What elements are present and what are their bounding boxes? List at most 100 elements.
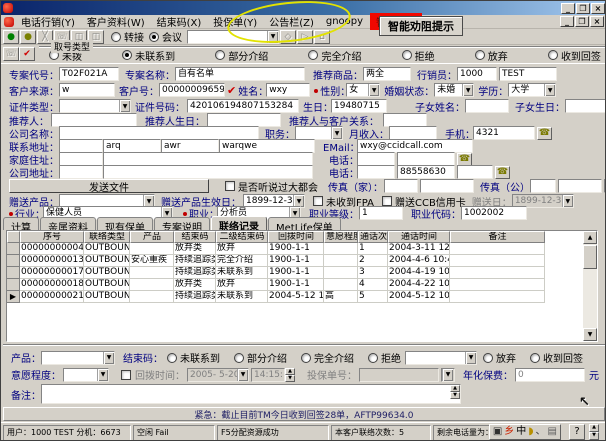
- tab-计算[interactable]: 计算: [3, 217, 39, 230]
- radio-circle[interactable]: [308, 50, 318, 60]
- radio-circle[interactable]: [301, 353, 311, 363]
- row-selector[interactable]: ▶: [7, 291, 20, 303]
- phone-home-field-2[interactable]: [397, 152, 455, 166]
- email-field[interactable]: wxy@ccidcall.com: [357, 139, 473, 153]
- ime-mode-icon[interactable]: 乡: [504, 425, 514, 439]
- contact-address-field-2[interactable]: arq: [103, 139, 161, 153]
- fax-office-field-1[interactable]: [530, 179, 556, 193]
- column-header[interactable]: [7, 231, 20, 243]
- minimize-button[interactable]: _: [561, 3, 575, 14]
- radio-circle[interactable]: [402, 50, 412, 60]
- marital-combo[interactable]: 未婚 ▼: [434, 83, 474, 97]
- smart-dissuade-prompt-button[interactable]: 智能劝阻提示: [379, 16, 463, 36]
- radio-option[interactable]: 放弃: [475, 48, 508, 63]
- table-row[interactable]: ▶00000000021OUTBOUND持续追踪类未联系到2004-5-12 1…: [7, 291, 583, 303]
- willingness-combo[interactable]: ▼: [63, 368, 109, 382]
- table-row[interactable]: 00000000017OUTBOUND持续追踪类未联系到1900-1-13200…: [7, 267, 583, 279]
- radio-circle[interactable]: [530, 353, 540, 363]
- menu-item[interactable]: 客户资料(W): [82, 14, 150, 29]
- column-header[interactable]: 序号: [20, 231, 84, 243]
- child-restore-button[interactable]: ❐: [575, 16, 589, 27]
- row-selector[interactable]: [7, 255, 20, 267]
- id-no-field[interactable]: 420106194807153284: [187, 99, 299, 113]
- phone-office-field-3[interactable]: [457, 165, 493, 179]
- radio-circle[interactable]: [483, 353, 493, 363]
- line-combo[interactable]: ▼: [187, 30, 279, 44]
- radio-option[interactable]: 部分介绍: [234, 350, 287, 365]
- marketer-id-field[interactable]: 1000: [457, 67, 497, 81]
- company-field[interactable]: [59, 126, 259, 140]
- column-header[interactable]: 联络类型: [84, 231, 130, 243]
- remark-textarea[interactable]: ▲▼: [41, 384, 461, 404]
- home-address-field-2[interactable]: [103, 152, 313, 166]
- education-combo[interactable]: 大学 ▼: [508, 83, 556, 97]
- column-header[interactable]: 产品: [130, 231, 174, 243]
- spin-down-icon[interactable]: ▼: [285, 375, 295, 382]
- chevron-down-icon[interactable]: ▼: [267, 31, 278, 43]
- callback-checkbox[interactable]: [121, 370, 131, 380]
- column-header[interactable]: 结束码: [174, 231, 216, 243]
- child-birthday-field[interactable]: [565, 99, 606, 113]
- column-header[interactable]: 通话次数: [358, 231, 388, 243]
- help-button[interactable]: ?: [569, 424, 585, 440]
- radio-option[interactable]: 部分介绍: [215, 48, 268, 63]
- marketer-name-field[interactable]: TEST: [499, 67, 557, 81]
- radio-option[interactable]: 完全介绍: [301, 350, 354, 365]
- conference-radio-circle[interactable]: [149, 32, 159, 42]
- company-address-field-2[interactable]: [103, 165, 313, 179]
- referrer-field[interactable]: [51, 113, 137, 127]
- release-icon[interactable]: ●: [20, 30, 36, 44]
- child-minimize-button[interactable]: _: [560, 16, 574, 27]
- column-header[interactable]: 回拨时间: [268, 231, 324, 243]
- contact-address-field-1[interactable]: [59, 139, 103, 153]
- spin-up-icon[interactable]: ▲: [589, 424, 599, 432]
- ime-chinese-icon[interactable]: 中: [516, 425, 526, 439]
- customer-source-field[interactable]: w: [59, 83, 115, 97]
- table-row[interactable]: 00000000004OUTBOUND放弃类放弃1900-1-112004-3-…: [7, 243, 583, 255]
- radio-option[interactable]: 放弃: [483, 350, 516, 365]
- birthday-field[interactable]: 19480715: [331, 99, 387, 113]
- referrer-relation-field[interactable]: [383, 113, 427, 127]
- send-file-button[interactable]: 发送文件: [9, 179, 209, 193]
- tab-MetLife保单[interactable]: MetLife保单: [268, 217, 341, 230]
- scroll-up-icon[interactable]: ▲: [583, 231, 597, 244]
- radio-option[interactable]: 收到回签: [530, 350, 583, 365]
- contact-address-field-3[interactable]: awr: [161, 139, 219, 153]
- grid-vscroll-track[interactable]: ▲: [583, 231, 597, 328]
- ime-punct-icon[interactable]: 、: [536, 425, 546, 439]
- radio-option[interactable]: 完全介绍: [308, 48, 361, 63]
- menu-item[interactable]: 结束码(X): [152, 14, 207, 29]
- dial-home-icon[interactable]: ☎: [457, 153, 472, 166]
- ime-softkeyboard-icon[interactable]: ▤: [548, 425, 557, 439]
- tab-现有保单[interactable]: 现有保单: [97, 217, 153, 230]
- heard-metlife-checkbox-box[interactable]: [225, 181, 235, 191]
- radio-circle[interactable]: [215, 50, 225, 60]
- income-field[interactable]: [389, 126, 437, 140]
- row-selector[interactable]: [7, 243, 20, 255]
- annual-premium-field[interactable]: 0: [515, 368, 585, 382]
- callback-time-spinner[interactable]: ▲▼: [285, 368, 295, 382]
- radio-circle[interactable]: [167, 353, 177, 363]
- ime-toolbar[interactable]: ▣乡中◗、▤: [489, 424, 561, 440]
- ime-halfwidth-icon[interactable]: ◗: [528, 425, 533, 439]
- phone-office-field-1[interactable]: [357, 165, 395, 179]
- radio-circle[interactable]: [475, 50, 485, 60]
- chevron-down-icon[interactable]: ▼: [544, 84, 555, 96]
- radio-option[interactable]: 拒绝: [402, 48, 435, 63]
- table-row[interactable]: 00000000018OUTBOUND放弃类放弃1900-1-142004-4-…: [7, 279, 583, 291]
- dial-mobile-icon[interactable]: ☎: [537, 127, 552, 140]
- child-close-button[interactable]: ×: [590, 16, 604, 27]
- project-code-field[interactable]: T02F021A: [59, 67, 119, 81]
- fax-home-field-2[interactable]: [420, 179, 474, 193]
- fax-office-field-2[interactable]: [558, 179, 602, 193]
- radio-option[interactable]: 未联系到: [167, 350, 220, 365]
- menu-item[interactable]: 公告栏(Z): [264, 14, 319, 29]
- pickup-icon[interactable]: ☏: [3, 47, 19, 61]
- scroll-down-icon[interactable]: ▼: [583, 328, 597, 341]
- confirm-icon[interactable]: ✔: [19, 47, 35, 61]
- radio-circle[interactable]: [122, 50, 132, 60]
- grid-vscrollbar[interactable]: ▲ ▼: [583, 231, 597, 341]
- transfer-radio[interactable]: 转接: [111, 29, 144, 44]
- company-address-field-1[interactable]: [59, 165, 103, 179]
- conference-radio[interactable]: 会议: [149, 29, 182, 44]
